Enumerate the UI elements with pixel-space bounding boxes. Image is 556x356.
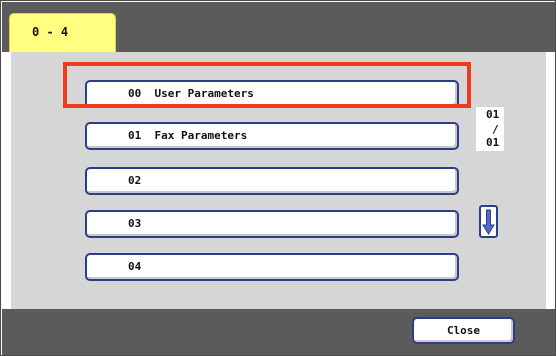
panel-window: 0 - 4 00 User Parameters 01 Fax Paramete… bbox=[0, 0, 556, 356]
page-current: 01 bbox=[486, 108, 500, 121]
scroll-down-button[interactable] bbox=[479, 205, 498, 238]
page-total: 01 bbox=[486, 136, 500, 149]
menu-item-02[interactable]: 02 bbox=[85, 167, 459, 195]
menu-item-04[interactable]: 04 bbox=[85, 253, 459, 281]
close-button[interactable]: Close bbox=[412, 317, 515, 344]
menu-item-01-fax-parameters[interactable]: 01 Fax Parameters bbox=[85, 122, 459, 150]
menu-item-03[interactable]: 03 bbox=[85, 210, 459, 238]
page-separator: / bbox=[492, 123, 499, 136]
tab-0-4[interactable]: 0 - 4 bbox=[9, 13, 116, 52]
page-indicator: 01 / 01 bbox=[476, 107, 504, 151]
arrow-down-icon bbox=[482, 209, 495, 235]
selection-highlight bbox=[63, 62, 471, 108]
